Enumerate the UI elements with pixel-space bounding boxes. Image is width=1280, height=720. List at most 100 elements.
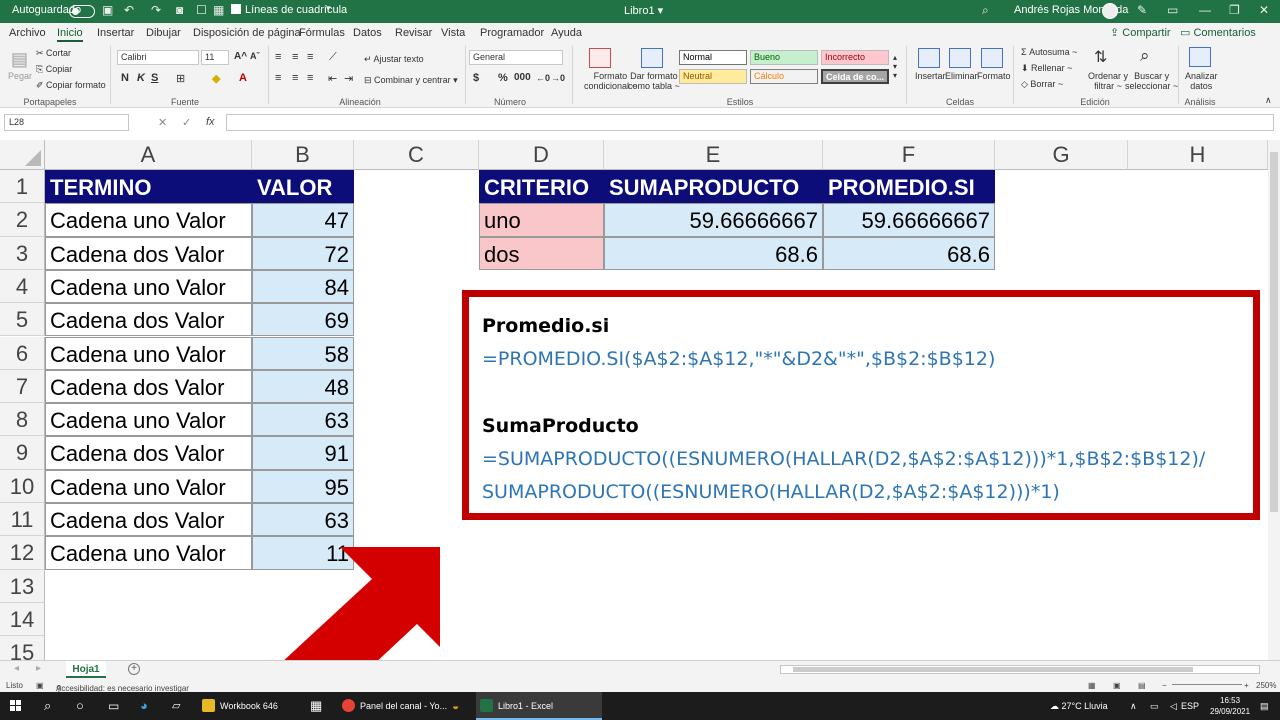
app-icon[interactable]: ▱ bbox=[168, 692, 180, 720]
paste-button[interactable]: Pegar bbox=[8, 71, 32, 81]
sort-filter-button[interactable]: Ordenar y filtrar ~ bbox=[1088, 71, 1128, 91]
table-icon[interactable]: ▦ bbox=[213, 3, 224, 17]
column-header-b[interactable]: B bbox=[252, 140, 354, 170]
page-break-icon[interactable]: ▤ bbox=[1138, 681, 1146, 690]
row-header-8[interactable]: 8 bbox=[0, 403, 45, 437]
taskbar-excel[interactable]: Libro1 - Excel bbox=[476, 692, 602, 720]
cell-a9[interactable]: Cadena dos Valor bbox=[45, 436, 252, 470]
cut-button[interactable]: ✂ Cortar bbox=[36, 48, 71, 59]
italic-button[interactable]: K bbox=[137, 72, 145, 84]
style-celda-comprobacion[interactable]: Celda de co... bbox=[821, 69, 889, 84]
align-left-icon[interactable]: ≡ bbox=[275, 72, 281, 84]
bold-button[interactable]: N bbox=[121, 72, 129, 84]
cell-a11[interactable]: Cadena dos Valor bbox=[45, 503, 252, 537]
cell-b6[interactable]: 58 bbox=[252, 336, 354, 370]
cell-a4[interactable]: Cadena uno Valor bbox=[45, 269, 252, 304]
select-all-button[interactable] bbox=[0, 140, 45, 170]
search-icon[interactable]: ⌕ bbox=[982, 3, 989, 18]
delete-cells-icon[interactable] bbox=[949, 48, 971, 68]
grow-font-icon[interactable]: A^ bbox=[234, 51, 247, 62]
number-format-select[interactable]: General bbox=[469, 50, 563, 65]
currency-icon[interactable]: $ bbox=[473, 72, 479, 84]
paste-icon[interactable]: ▤ bbox=[11, 49, 28, 70]
share-button[interactable]: ⇪ Compartir bbox=[1110, 26, 1171, 39]
app-icon-2[interactable]: ◒ bbox=[448, 692, 459, 720]
styles-scroll-icon[interactable]: ▴ ▾ ▾ bbox=[893, 53, 897, 80]
cell-b1[interactable]: VALOR bbox=[252, 170, 354, 204]
restore-icon[interactable]: ❐ bbox=[1229, 3, 1240, 17]
merge-center-button[interactable]: ⊟ Combinar y centrar ▾ bbox=[364, 75, 458, 86]
vertical-scrollbar[interactable] bbox=[1268, 140, 1280, 660]
column-header-f[interactable]: F bbox=[823, 140, 995, 170]
fill-button[interactable]: ⬇ Rellenar ~ bbox=[1021, 63, 1072, 74]
clock[interactable]: 16:53 29/09/2021 bbox=[1210, 695, 1250, 717]
borders-icon[interactable]: ⊞ bbox=[176, 72, 185, 85]
notifications-icon[interactable]: ▤ bbox=[1256, 692, 1269, 720]
clear-button[interactable]: ◇ Borrar ~ bbox=[1021, 79, 1063, 90]
save-icon[interactable]: ▣ bbox=[102, 3, 113, 17]
row-header-7[interactable]: 7 bbox=[0, 369, 45, 404]
cell-a12[interactable]: Cadena uno Valor bbox=[45, 536, 252, 570]
network-icon[interactable]: ▭ bbox=[1146, 692, 1159, 720]
row-header-1[interactable]: 1 bbox=[0, 170, 45, 204]
cell-d1[interactable]: CRITERIO bbox=[479, 170, 604, 204]
volume-icon[interactable]: ◁ bbox=[1166, 692, 1177, 720]
redo-icon[interactable]: ↷ bbox=[151, 3, 161, 17]
camera-icon[interactable]: ◙ bbox=[176, 3, 183, 17]
row-header-9[interactable]: 9 bbox=[0, 436, 45, 470]
row-header-4[interactable]: 4 bbox=[0, 269, 45, 304]
cell-d3[interactable]: dos bbox=[479, 236, 604, 270]
tab-vista[interactable]: Vista bbox=[441, 27, 465, 39]
undo-icon[interactable]: ↶ bbox=[124, 3, 134, 17]
fill-color-icon[interactable]: ◆ bbox=[212, 72, 220, 85]
align-bottom-icon[interactable]: ≡ bbox=[307, 51, 313, 63]
wrap-text-button[interactable]: ↵ Ajustar texto bbox=[364, 54, 424, 65]
tab-datos[interactable]: Datos bbox=[353, 27, 382, 39]
column-header-a[interactable]: A bbox=[45, 140, 252, 170]
next-sheet-icon[interactable]: ▸ bbox=[36, 663, 41, 674]
find-select-button[interactable]: Buscar y seleccionar ~ bbox=[1125, 71, 1178, 91]
worksheet-grid[interactable]: A B C D E F G H 1 2 3 4 5 6 7 8 9 10 11 … bbox=[0, 140, 1268, 660]
windows-start-icon[interactable] bbox=[10, 700, 22, 712]
increase-indent-icon[interactable]: ⇥ bbox=[344, 72, 353, 85]
copy-button[interactable]: ⎘ Copiar bbox=[36, 64, 72, 75]
shrink-font-icon[interactable]: Aˇ bbox=[250, 51, 260, 61]
tab-insertar[interactable]: Insertar bbox=[97, 27, 134, 39]
style-calculo[interactable]: Cálculo bbox=[750, 69, 818, 84]
cell-b8[interactable]: 63 bbox=[252, 403, 354, 437]
zoom-slider[interactable] bbox=[1172, 684, 1242, 685]
style-incorrecto[interactable]: Incorrecto bbox=[821, 50, 889, 65]
insert-function-button[interactable]: fx bbox=[206, 116, 215, 128]
cell-b11[interactable]: 63 bbox=[252, 503, 354, 537]
close-icon[interactable]: ✕ bbox=[1259, 3, 1269, 17]
increase-decimal-icon[interactable]: ←0 bbox=[536, 73, 550, 83]
align-middle-icon[interactable]: ≡ bbox=[292, 51, 298, 63]
column-header-g[interactable]: G bbox=[995, 140, 1128, 170]
format-cells-icon[interactable] bbox=[981, 48, 1003, 68]
align-right-icon[interactable]: ≡ bbox=[307, 72, 313, 84]
comma-icon[interactable]: 000 bbox=[514, 72, 531, 83]
tab-revisar[interactable]: Revisar bbox=[395, 27, 432, 39]
row-header-14[interactable]: 14 bbox=[0, 602, 45, 637]
add-sheet-button[interactable]: + bbox=[128, 663, 140, 675]
delete-cells-button[interactable]: Eliminar bbox=[945, 71, 978, 81]
row-header-12[interactable]: 12 bbox=[0, 536, 45, 570]
tab-ayuda[interactable]: Ayuda bbox=[551, 27, 582, 39]
taskbar-workbook[interactable]: Workbook 646 bbox=[198, 692, 300, 720]
comments-button[interactable]: ▭ Comentarios bbox=[1180, 26, 1256, 39]
cell-a3[interactable]: Cadena dos Valor bbox=[45, 236, 252, 270]
column-header-h[interactable]: H bbox=[1128, 140, 1268, 170]
cell-f3[interactable]: 68.6 bbox=[823, 236, 995, 270]
cell-b10[interactable]: 95 bbox=[252, 469, 354, 503]
customize-qat-icon[interactable]: ▾ bbox=[326, 3, 331, 14]
cell-b4[interactable]: 84 bbox=[252, 269, 354, 304]
style-normal[interactable]: Normal bbox=[679, 50, 747, 65]
cell-b3[interactable]: 72 bbox=[252, 236, 354, 270]
minimize-icon[interactable]: — bbox=[1199, 3, 1211, 17]
find-select-icon[interactable]: ⌕ bbox=[1140, 46, 1150, 66]
page-layout-icon[interactable]: ▣ bbox=[1113, 681, 1121, 690]
cell-f2[interactable]: 59.66666667 bbox=[823, 203, 995, 237]
tab-inicio[interactable]: Inicio bbox=[57, 27, 83, 42]
normal-view-icon[interactable]: ▦ bbox=[1088, 681, 1096, 690]
row-header-11[interactable]: 11 bbox=[0, 503, 45, 537]
